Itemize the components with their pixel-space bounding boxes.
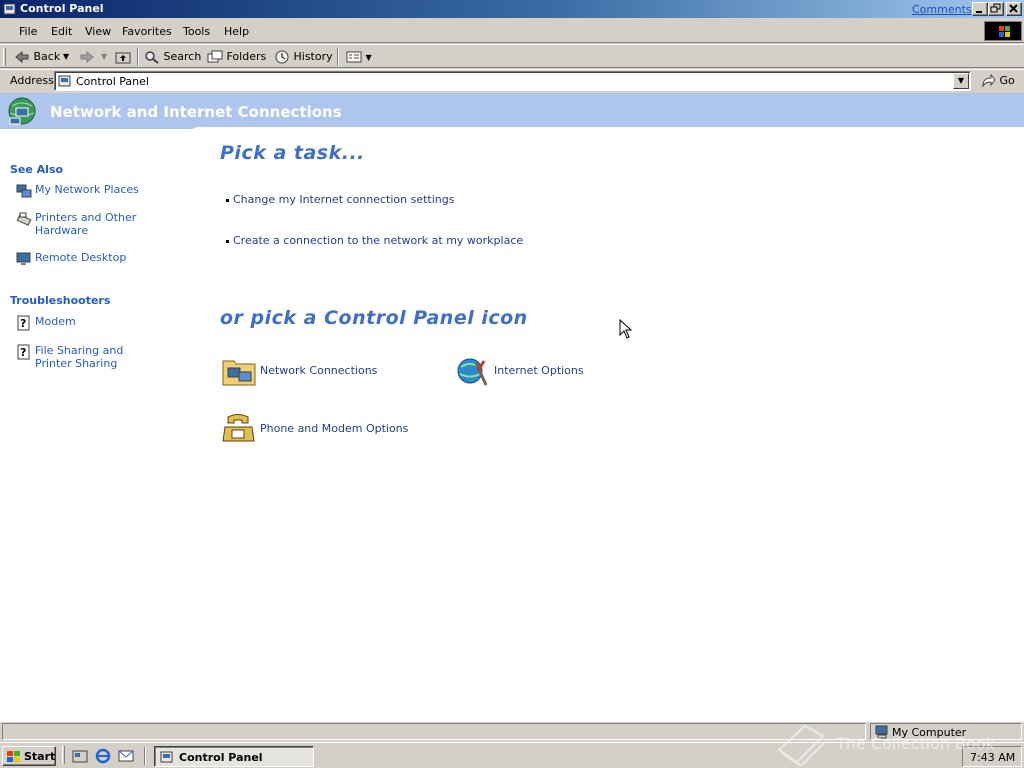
bullet bbox=[226, 198, 229, 202]
folders-button[interactable]: Folders bbox=[207, 49, 266, 65]
menu-help[interactable]: Help bbox=[224, 25, 249, 38]
menu-file[interactable]: File bbox=[19, 25, 37, 38]
status-text-panel bbox=[2, 723, 866, 740]
views-dropdown-icon: ▼ bbox=[365, 53, 372, 62]
search-icon bbox=[145, 51, 159, 64]
up-folder-button[interactable] bbox=[115, 49, 131, 65]
forward-dropdown[interactable]: ▼ bbox=[101, 49, 107, 65]
back-dropdown[interactable]: ▼ bbox=[63, 49, 69, 65]
close-icon bbox=[1009, 4, 1018, 13]
sidebar-item-label: Modem bbox=[35, 315, 76, 328]
go-label: Go bbox=[999, 74, 1015, 87]
quicklaunch-grip[interactable] bbox=[62, 746, 65, 764]
folders-icon bbox=[207, 50, 223, 63]
icon-label: Internet Options bbox=[494, 364, 584, 377]
folders-label: Folders bbox=[226, 50, 267, 63]
svg-text:?: ? bbox=[20, 346, 26, 359]
task-link-workplace-connection[interactable]: Create a connection to the network at my… bbox=[226, 234, 523, 247]
address-label: Address bbox=[10, 74, 54, 87]
address-bar: Address Control Panel ▼ Go bbox=[0, 69, 1024, 93]
task-link-connection-settings[interactable]: Change my Internet connection settings bbox=[226, 193, 454, 206]
troubleshooters-heading: Troubleshooters bbox=[10, 294, 111, 307]
printer-hardware-icon bbox=[16, 212, 32, 226]
banner-title: Network and Internet Connections bbox=[50, 103, 342, 121]
watermark-text: The Collection Book bbox=[836, 734, 995, 753]
back-label: Back bbox=[33, 50, 61, 63]
banner-corner bbox=[190, 127, 1024, 135]
history-button[interactable]: History bbox=[274, 49, 333, 65]
mouse-cursor-icon bbox=[619, 319, 633, 339]
sidebar-item-label: My Network Places bbox=[35, 183, 139, 196]
go-arrow-icon bbox=[982, 73, 996, 88]
show-desktop-icon[interactable] bbox=[72, 748, 88, 764]
start-label: Start bbox=[24, 750, 56, 763]
sidebar-item-label: File Sharing and Printer Sharing bbox=[35, 344, 124, 370]
menu-view[interactable]: View bbox=[85, 25, 111, 38]
help-question-icon: ? bbox=[17, 315, 30, 331]
pick-task-heading: Pick a task... bbox=[220, 142, 365, 164]
icon-label: Network Connections bbox=[260, 364, 378, 377]
help-question-icon: ? bbox=[17, 344, 30, 360]
up-folder-icon bbox=[115, 52, 131, 64]
control-panel-icon bbox=[3, 3, 16, 15]
internet-explorer-icon[interactable] bbox=[95, 748, 111, 764]
go-button[interactable]: Go bbox=[980, 73, 1015, 88]
pick-icon-heading: or pick a Control Panel icon bbox=[220, 307, 528, 329]
comments-link[interactable]: Comments? bbox=[912, 3, 977, 16]
window-title: Control Panel bbox=[20, 2, 104, 15]
sidebar-item-label: Printers and Other Hardware bbox=[35, 211, 137, 237]
category-banner: Network and Internet Connections bbox=[0, 93, 1024, 129]
icon-label: Phone and Modem Options bbox=[260, 422, 409, 435]
task-label: Change my Internet connection settings bbox=[233, 193, 455, 206]
minimize-button[interactable] bbox=[972, 2, 988, 16]
back-arrow-icon bbox=[15, 50, 29, 64]
outlook-express-icon[interactable] bbox=[118, 748, 134, 764]
network-places-icon bbox=[16, 184, 32, 198]
windows-flag-icon bbox=[7, 751, 20, 762]
menu-tools[interactable]: Tools bbox=[183, 25, 210, 38]
views-button[interactable]: ▼ bbox=[346, 49, 372, 65]
content-area: Network and Internet Connections See Als… bbox=[0, 93, 1024, 721]
restore-icon bbox=[990, 3, 1001, 13]
toolbar-grip[interactable] bbox=[3, 48, 6, 66]
forward-button[interactable] bbox=[79, 49, 95, 65]
forward-arrow-icon bbox=[80, 50, 94, 64]
taskbar-button-label: Control Panel bbox=[179, 751, 263, 764]
restore-button[interactable] bbox=[988, 2, 1004, 16]
standard-toolbar: Back ▼ ▼ Search Folders History ▼ bbox=[0, 44, 1024, 68]
address-input[interactable]: Control Panel ▼ bbox=[54, 71, 971, 91]
menu-bar: File Edit View Favorites Tools Help bbox=[0, 19, 1024, 43]
search-button[interactable]: Search bbox=[144, 49, 201, 65]
see-also-heading: See Also bbox=[10, 163, 64, 176]
watermark-book-icon bbox=[777, 724, 826, 766]
views-icon bbox=[346, 51, 362, 63]
network-globe-icon bbox=[8, 97, 36, 125]
start-button[interactable]: Start bbox=[2, 746, 56, 766]
menu-favorites[interactable]: Favorites bbox=[122, 25, 172, 38]
close-button[interactable] bbox=[1006, 2, 1022, 16]
network-connections-icon bbox=[222, 360, 256, 386]
task-label: Create a connection to the network at my… bbox=[233, 234, 524, 247]
control-panel-icon bbox=[58, 75, 71, 87]
taskbar-button-control-panel[interactable]: Control Panel bbox=[154, 746, 314, 767]
search-label: Search bbox=[163, 50, 202, 63]
svg-text:?: ? bbox=[20, 317, 26, 330]
history-icon bbox=[275, 50, 289, 64]
history-label: History bbox=[293, 50, 333, 63]
minimize-icon bbox=[976, 11, 982, 13]
menu-edit[interactable]: Edit bbox=[51, 25, 72, 38]
back-button[interactable]: Back bbox=[14, 49, 60, 65]
control-panel-icon bbox=[160, 751, 173, 763]
address-value: Control Panel bbox=[76, 75, 149, 88]
sidebar-item-label: Remote Desktop bbox=[35, 251, 127, 264]
windows-logo bbox=[984, 21, 1022, 41]
title-bar: Control Panel Comments? bbox=[0, 0, 1024, 18]
phone-modem-icon bbox=[222, 414, 255, 442]
remote-desktop-icon bbox=[16, 252, 31, 265]
internet-options-icon bbox=[457, 358, 488, 386]
bullet bbox=[226, 239, 229, 243]
address-dropdown-button[interactable]: ▼ bbox=[953, 73, 969, 89]
